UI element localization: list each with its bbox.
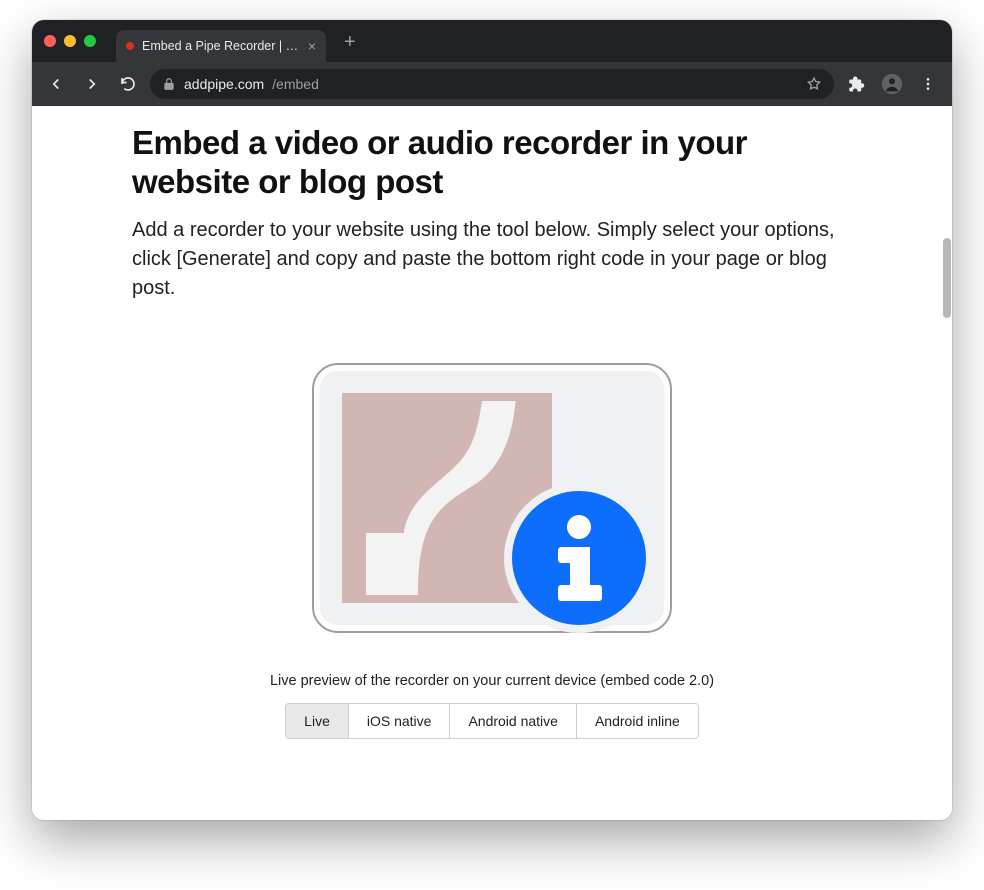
lock-icon — [162, 77, 176, 91]
tab-ios-native[interactable]: iOS native — [349, 704, 451, 738]
scrollbar-thumb[interactable] — [943, 238, 951, 318]
browser-tab[interactable]: Embed a Pipe Recorder | addpi × — [116, 30, 326, 62]
preview-caption: Live preview of the recorder on your cur… — [132, 673, 852, 689]
profile-button[interactable] — [878, 70, 906, 98]
tab-title: Embed a Pipe Recorder | addpi — [142, 39, 300, 53]
forward-button[interactable] — [78, 70, 106, 98]
tab-android-inline[interactable]: Android inline — [577, 704, 698, 738]
browser-window: Embed a Pipe Recorder | addpi × + addpip… — [32, 20, 952, 820]
tab-live[interactable]: Live — [286, 704, 349, 738]
page-subtext: Add a recorder to your website using the… — [132, 216, 852, 303]
url-host: addpipe.com — [184, 76, 264, 92]
page-viewport[interactable]: Embed a video or audio recorder in your … — [32, 106, 952, 820]
tab-android-native[interactable]: Android native — [450, 704, 577, 738]
info-icon — [504, 483, 654, 633]
bookmark-star-icon[interactable] — [806, 76, 822, 92]
back-button[interactable] — [42, 70, 70, 98]
page-title: Embed a video or audio recorder in your … — [132, 124, 852, 202]
window-minimize-button[interactable] — [64, 35, 76, 47]
titlebar: Embed a Pipe Recorder | addpi × + — [32, 20, 952, 62]
page-content: Embed a video or audio recorder in your … — [112, 106, 872, 769]
tab-close-button[interactable]: × — [308, 39, 316, 53]
tab-favicon-icon — [126, 42, 134, 50]
reload-button[interactable] — [114, 70, 142, 98]
new-tab-button[interactable]: + — [344, 31, 356, 54]
scrollbar[interactable] — [943, 106, 951, 820]
window-close-button[interactable] — [44, 35, 56, 47]
traffic-lights — [44, 35, 96, 47]
address-bar[interactable]: addpipe.com/embed — [150, 69, 834, 99]
extensions-button[interactable] — [842, 70, 870, 98]
browser-toolbar: addpipe.com/embed — [32, 62, 952, 106]
plugin-placeholder-icon[interactable] — [312, 363, 672, 633]
url-path: /embed — [272, 76, 319, 92]
browser-menu-button[interactable] — [914, 70, 942, 98]
window-zoom-button[interactable] — [84, 35, 96, 47]
preview-mode-tabs: Live iOS native Android native Android i… — [132, 703, 852, 739]
recorder-preview — [132, 363, 852, 633]
